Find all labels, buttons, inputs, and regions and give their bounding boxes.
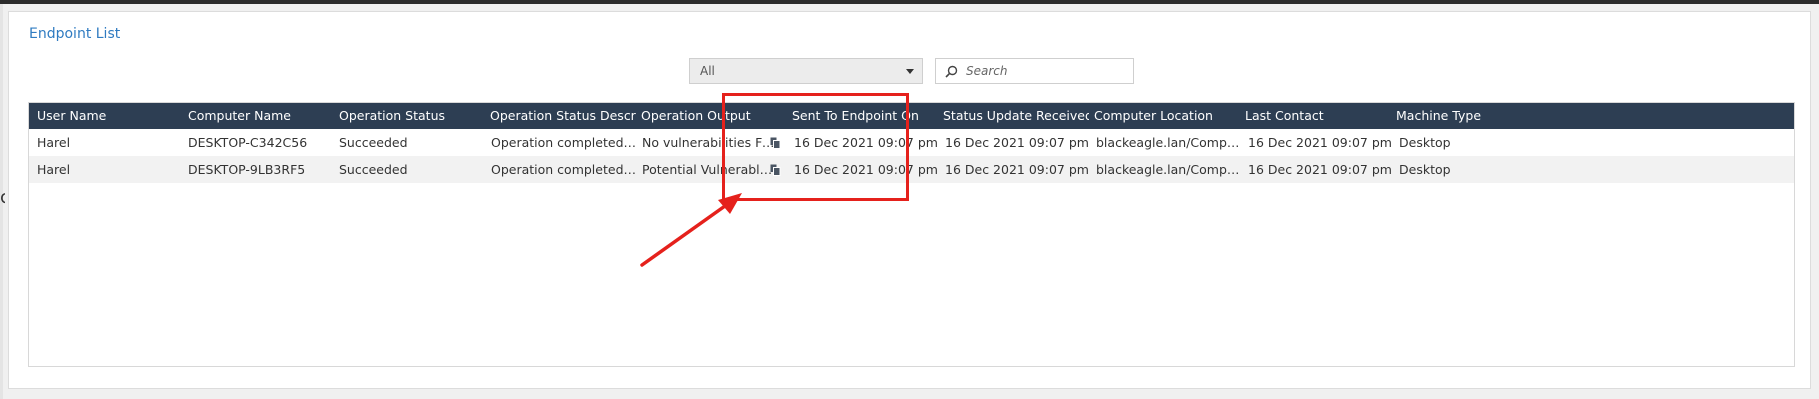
cell-status-update-received-on: 16 Dec 2021 09:07 pm	[945, 162, 1089, 177]
cell-sent-to-endpoint-on: 16 Dec 2021 09:07 pm	[794, 162, 938, 177]
cell-sent-to-endpoint-on: 16 Dec 2021 09:07 pm	[794, 135, 938, 150]
cell-status-update-received-on: 16 Dec 2021 09:07 pm	[945, 135, 1089, 150]
panel-title: Endpoint List	[29, 26, 121, 42]
cell-operation-status: Succeeded	[339, 135, 408, 150]
column-header-user-name[interactable]: User Name	[37, 103, 177, 129]
column-header-operation-output[interactable]: Operation Output	[641, 103, 781, 129]
column-header-machine-type[interactable]: Machine Type	[1396, 103, 1536, 129]
search-input[interactable]	[966, 62, 1126, 80]
top-bar	[0, 0, 1819, 4]
cell-user-name: Harel	[37, 162, 71, 177]
copy-icon[interactable]	[770, 164, 781, 176]
column-header-last-contact[interactable]: Last Contact	[1245, 103, 1385, 129]
column-header-status-update-received-on[interactable]: Status Update Received On	[943, 103, 1089, 129]
column-header-operation-status[interactable]: Operation Status	[339, 103, 479, 129]
cell-computer-name: DESKTOP-9LB3RF5	[188, 162, 306, 177]
cell-computer-location: blackeagle.lan/Computers/D...	[1096, 162, 1242, 177]
cell-operation-status: Succeeded	[339, 162, 408, 177]
filter-selected-value: All	[700, 64, 715, 78]
column-header-computer-location[interactable]: Computer Location	[1094, 103, 1234, 129]
edge-glyph: c	[0, 188, 5, 208]
filter-dropdown[interactable]: All	[689, 58, 923, 84]
cell-operation-output: No vulnerabilities Found	[642, 135, 776, 150]
cell-operation-status-description: Operation completed success...	[491, 162, 637, 177]
endpoint-list-panel: Endpoint List All User Name Computer Nam…	[8, 11, 1811, 389]
cell-operation-status-description: Operation completed success...	[491, 135, 637, 150]
cell-computer-location: blackeagle.lan/Computers/D...	[1096, 135, 1242, 150]
search-icon	[945, 65, 958, 78]
column-header-operation-status-description[interactable]: Operation Status Description	[490, 103, 636, 129]
cell-last-contact: 16 Dec 2021 09:07 pm	[1248, 135, 1392, 150]
cell-machine-type: Desktop	[1399, 162, 1451, 177]
cell-computer-name: DESKTOP-C342C56	[188, 135, 308, 150]
cell-last-contact: 16 Dec 2021 09:07 pm	[1248, 162, 1392, 177]
table-header: User Name Computer Name Operation Status…	[29, 103, 1794, 129]
cell-operation-output: Potential Vulnerable Fil...	[642, 162, 776, 177]
table-row[interactable]: Harel DESKTOP-9LB3RF5 Succeeded Operatio…	[29, 156, 1794, 183]
chevron-down-icon	[906, 69, 914, 74]
table-row[interactable]: Harel DESKTOP-C342C56 Succeeded Operatio…	[29, 129, 1794, 156]
cell-machine-type: Desktop	[1399, 135, 1451, 150]
column-header-sent-to-endpoint-on[interactable]: Sent To Endpoint On	[792, 103, 932, 129]
endpoint-table: User Name Computer Name Operation Status…	[28, 102, 1795, 367]
copy-icon[interactable]	[770, 137, 781, 149]
column-header-computer-name[interactable]: Computer Name	[188, 103, 328, 129]
cell-user-name: Harel	[37, 135, 71, 150]
search-box[interactable]	[935, 58, 1134, 84]
